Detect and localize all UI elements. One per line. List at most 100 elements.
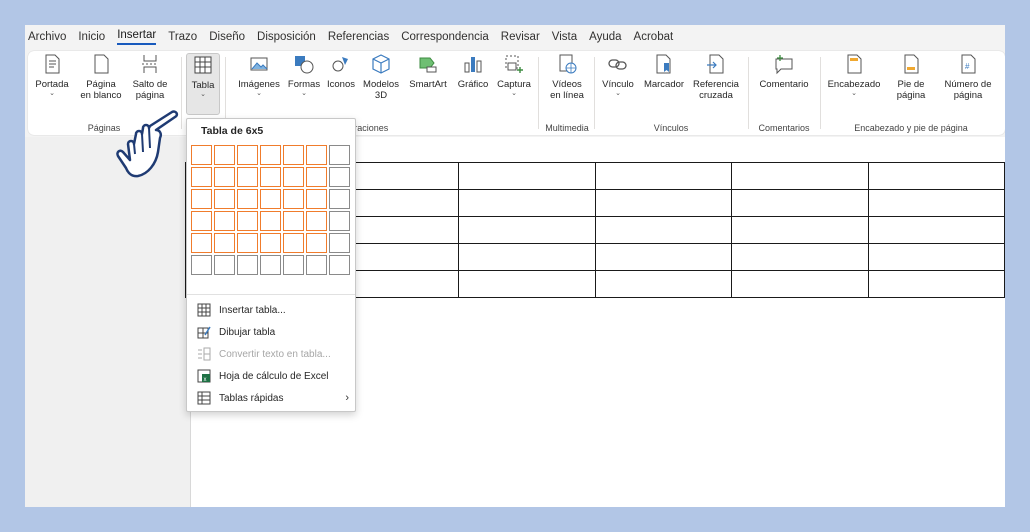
salto-pagina-button[interactable]: Salto de página: [128, 53, 172, 115]
grid-cell-selected[interactable]: [283, 211, 304, 231]
grid-cell-selected[interactable]: [283, 145, 304, 165]
grid-cell[interactable]: [214, 255, 235, 275]
pie-pagina-button[interactable]: Pie de página: [886, 53, 936, 115]
tablas-rapidas-item[interactable]: Tablas rápidas ›: [197, 388, 349, 408]
tab-diseno[interactable]: Diseño: [209, 31, 245, 43]
tab-archivo[interactable]: Archivo: [28, 31, 66, 43]
grid-cell-selected[interactable]: [306, 211, 327, 231]
captura-button[interactable]: Captura ⌄: [494, 53, 534, 115]
table-cell[interactable]: [867, 189, 1005, 217]
grid-cell[interactable]: [191, 255, 212, 275]
grid-cell-selected[interactable]: [306, 189, 327, 209]
imagenes-button[interactable]: Imágenes ⌄: [234, 53, 284, 115]
encabezado-button[interactable]: Encabezado ⌄: [826, 53, 882, 115]
table-cell[interactable]: [594, 189, 732, 217]
table-size-grid[interactable]: [191, 145, 353, 277]
grid-cell[interactable]: [283, 255, 304, 275]
grid-cell[interactable]: [260, 255, 281, 275]
tab-revisar[interactable]: Revisar: [501, 31, 540, 43]
tab-acrobat[interactable]: Acrobat: [634, 31, 674, 43]
grid-cell-selected[interactable]: [260, 167, 281, 187]
table-cell[interactable]: [867, 162, 1005, 190]
grid-cell[interactable]: [329, 255, 350, 275]
grid-cell-selected[interactable]: [237, 145, 258, 165]
grid-cell-selected[interactable]: [191, 145, 212, 165]
grid-cell-selected[interactable]: [214, 167, 235, 187]
table-cell[interactable]: [458, 189, 596, 217]
grid-cell-selected[interactable]: [260, 211, 281, 231]
smartart-button[interactable]: SmartArt: [404, 53, 452, 115]
grid-cell[interactable]: [237, 255, 258, 275]
insertar-tabla-item[interactable]: Insertar tabla...: [197, 300, 349, 320]
grid-cell[interactable]: [329, 167, 350, 187]
tab-trazo[interactable]: Trazo: [168, 31, 197, 43]
grid-cell-selected[interactable]: [260, 233, 281, 253]
comentario-button[interactable]: Comentario: [754, 53, 814, 115]
grid-cell-selected[interactable]: [237, 189, 258, 209]
table-cell[interactable]: [594, 216, 732, 244]
table-cell[interactable]: [731, 243, 869, 271]
table-cell[interactable]: [867, 270, 1005, 298]
grid-cell-selected[interactable]: [237, 211, 258, 231]
tab-insertar[interactable]: Insertar: [117, 29, 157, 45]
tabla-button[interactable]: Tabla ⌄: [186, 53, 220, 115]
grid-cell-selected[interactable]: [191, 233, 212, 253]
vinculo-button[interactable]: Vínculo ⌄: [598, 53, 638, 115]
modelos-3d-button[interactable]: Modelos 3D: [360, 53, 402, 115]
table-cell[interactable]: [731, 216, 869, 244]
hoja-excel-item[interactable]: x Hoja de cálculo de Excel: [197, 366, 349, 386]
grid-cell-selected[interactable]: [214, 211, 235, 231]
table-cell[interactable]: [458, 216, 596, 244]
grid-cell[interactable]: [329, 233, 350, 253]
smartart-label: SmartArt: [409, 79, 447, 90]
table-cell[interactable]: [867, 243, 1005, 271]
numero-pagina-button[interactable]: # Número de página: [940, 53, 996, 115]
grid-cell-selected[interactable]: [306, 145, 327, 165]
grid-cell-selected[interactable]: [260, 189, 281, 209]
pagina-blanco-button[interactable]: Página en blanco: [78, 53, 124, 115]
grid-cell-selected[interactable]: [260, 145, 281, 165]
referencia-cruzada-button[interactable]: Referencia cruzada: [690, 53, 742, 115]
tab-referencias[interactable]: Referencias: [328, 31, 389, 43]
grid-cell-selected[interactable]: [283, 167, 304, 187]
table-cell[interactable]: [458, 270, 596, 298]
dibujar-tabla-item[interactable]: Dibujar tabla: [197, 322, 349, 342]
grid-cell-selected[interactable]: [214, 189, 235, 209]
formas-button[interactable]: Formas ⌄: [286, 53, 322, 115]
table-cell[interactable]: [594, 270, 732, 298]
grid-cell-selected[interactable]: [191, 211, 212, 231]
table-cell[interactable]: [458, 162, 596, 190]
tab-disposicion[interactable]: Disposición: [257, 31, 316, 43]
tab-ayuda[interactable]: Ayuda: [589, 31, 621, 43]
portada-button[interactable]: Portada ⌄: [34, 53, 70, 115]
tab-inicio[interactable]: Inicio: [78, 31, 105, 43]
grid-cell-selected[interactable]: [191, 167, 212, 187]
grafico-button[interactable]: Gráfico: [454, 53, 492, 115]
grid-cell-selected[interactable]: [283, 189, 304, 209]
grid-cell-selected[interactable]: [283, 233, 304, 253]
table-cell[interactable]: [731, 189, 869, 217]
table-cell[interactable]: [594, 162, 732, 190]
grid-cell-selected[interactable]: [237, 233, 258, 253]
marcador-button[interactable]: Marcador: [640, 53, 688, 115]
grid-cell-selected[interactable]: [214, 145, 235, 165]
videos-button[interactable]: Vídeos en línea: [544, 53, 590, 115]
grid-cell-selected[interactable]: [306, 167, 327, 187]
grid-cell[interactable]: [329, 145, 350, 165]
tab-correspondencia[interactable]: Correspondencia: [401, 31, 489, 43]
grid-cell[interactable]: [329, 211, 350, 231]
iconos-button[interactable]: Iconos: [324, 53, 358, 115]
table-cell[interactable]: [731, 270, 869, 298]
grid-cell-selected[interactable]: [306, 233, 327, 253]
tab-vista[interactable]: Vista: [552, 31, 577, 43]
grid-cell-selected[interactable]: [214, 233, 235, 253]
table-cell[interactable]: [458, 243, 596, 271]
table-cell[interactable]: [867, 216, 1005, 244]
table-cell[interactable]: [594, 243, 732, 271]
grid-cell-selected[interactable]: [237, 167, 258, 187]
convertir-texto-item[interactable]: Convertir texto en tabla...: [197, 344, 349, 364]
grid-cell[interactable]: [329, 189, 350, 209]
table-cell[interactable]: [731, 162, 869, 190]
grid-cell-selected[interactable]: [191, 189, 212, 209]
grid-cell[interactable]: [306, 255, 327, 275]
